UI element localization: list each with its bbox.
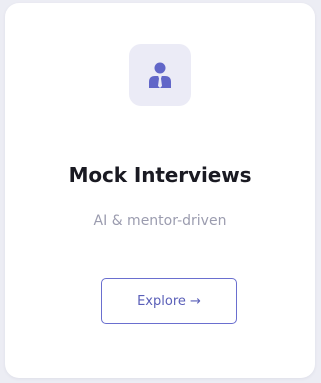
- card-subtitle: AI & mentor-driven: [93, 213, 227, 229]
- icon-tile: [129, 44, 191, 106]
- user-tie-icon: [149, 62, 171, 88]
- card-title: Mock Interviews: [68, 163, 252, 187]
- mock-interviews-card: Mock Interviews AI & mentor-driven Explo…: [5, 3, 315, 378]
- explore-button[interactable]: Explore →: [101, 278, 237, 324]
